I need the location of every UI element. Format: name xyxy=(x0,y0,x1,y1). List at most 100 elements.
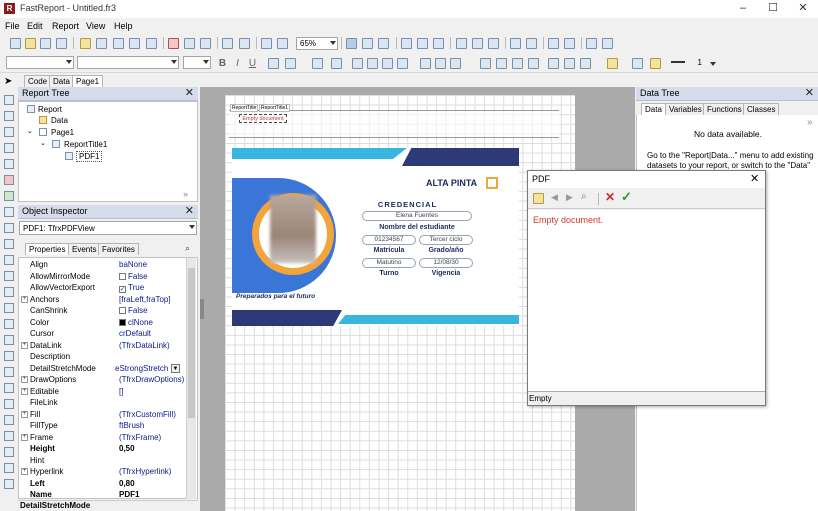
expand-panel-icon[interactable]: » xyxy=(183,189,188,199)
text-align-left-icon[interactable] xyxy=(352,58,363,69)
new-report-icon[interactable] xyxy=(10,38,21,49)
zoom-icon[interactable]: ⌕ xyxy=(581,191,587,202)
property-value[interactable]: ftBrush xyxy=(119,421,144,430)
tab-data[interactable]: Data xyxy=(49,75,74,87)
collapse-icon[interactable]: ⌄ xyxy=(27,127,33,135)
property-row[interactable]: Name PDF1 xyxy=(19,489,187,498)
tree-node-page1[interactable]: Page1 xyxy=(51,128,74,137)
checkbox-icon[interactable] xyxy=(4,287,14,297)
undo-icon[interactable] xyxy=(222,38,233,49)
frame-color-icon[interactable] xyxy=(650,58,661,69)
fill-editor-icon[interactable] xyxy=(632,58,643,69)
property-row[interactable]: + DrawOptions (TfrxDrawOptions) xyxy=(19,374,187,386)
frame-bottom-icon[interactable] xyxy=(496,58,507,69)
splitter-handle[interactable] xyxy=(200,299,204,319)
center-horizontal-icon[interactable] xyxy=(548,38,559,49)
property-row[interactable]: FileLink xyxy=(19,397,187,409)
tab-data-tree-data[interactable]: Data xyxy=(641,103,666,115)
frame-all-icon[interactable] xyxy=(548,58,559,69)
paste-icon[interactable] xyxy=(200,38,211,49)
subreport-icon[interactable] xyxy=(4,207,14,217)
shape-icon[interactable] xyxy=(4,255,14,265)
property-row[interactable]: + DataLink (TfrxDataLink) xyxy=(19,340,187,352)
tab-events[interactable]: Events xyxy=(68,243,101,255)
expand-icon[interactable]: + xyxy=(21,468,28,475)
picture-icon[interactable] xyxy=(4,191,14,201)
ok-icon[interactable]: ✓ xyxy=(621,189,632,205)
close-icon[interactable]: ✕ xyxy=(805,87,814,100)
space-vertical-icon[interactable] xyxy=(526,38,537,49)
italic-button[interactable]: I xyxy=(232,58,243,69)
report-title-band[interactable]: ReportTitle ReportTitle1 Empty document xyxy=(229,104,559,138)
property-value[interactable]: 0,80 xyxy=(119,479,135,488)
tab-properties[interactable]: Properties xyxy=(25,243,70,255)
fit-to-grid-icon[interactable] xyxy=(378,38,389,49)
underline-button[interactable]: U xyxy=(247,58,258,69)
frame-right-icon[interactable] xyxy=(528,58,539,69)
property-value[interactable]: False xyxy=(119,306,148,315)
line-icon[interactable] xyxy=(4,239,14,249)
property-value[interactable]: crDefault xyxy=(119,329,151,338)
close-icon[interactable]: ✕ xyxy=(750,172,759,185)
next-page-icon[interactable]: ▶ xyxy=(566,192,573,203)
hand-tool-icon[interactable] xyxy=(4,95,14,105)
frame-left-icon[interactable] xyxy=(512,58,523,69)
align-center-icon[interactable] xyxy=(417,38,428,49)
cut-icon[interactable] xyxy=(168,38,179,49)
system-text-icon[interactable] xyxy=(4,223,14,233)
inspector-object-select[interactable]: PDF1: TfrxPDFView xyxy=(19,221,197,235)
tab-classes[interactable]: Classes xyxy=(743,103,780,115)
search-icon[interactable]: ⌕ xyxy=(185,243,190,254)
crosstab-icon[interactable] xyxy=(4,319,14,329)
same-height-icon[interactable] xyxy=(602,38,613,49)
property-value[interactable]: (TfrxDrawOptions) xyxy=(119,375,184,384)
frame-top-icon[interactable] xyxy=(480,58,491,69)
space-horizontal-icon[interactable] xyxy=(510,38,521,49)
chart-icon[interactable] xyxy=(4,335,14,345)
property-row[interactable]: AllowVectorExport ✓ True xyxy=(19,282,187,294)
more-tools-icon[interactable] xyxy=(4,479,14,489)
property-row[interactable]: Height 0,50 xyxy=(19,443,187,455)
dialog-icon[interactable] xyxy=(4,415,14,425)
highlight-icon[interactable] xyxy=(312,58,323,69)
bold-button[interactable]: B xyxy=(217,58,228,69)
menu-edit[interactable]: Edit xyxy=(27,21,43,31)
frame-none-icon[interactable] xyxy=(564,58,575,69)
id-card[interactable]: Preparados para el futuro ALTA PINTA CRE… xyxy=(232,148,519,326)
property-row[interactable]: DetailStretchMode eStrongStretch ▼ xyxy=(19,363,187,375)
align-left-icon[interactable] xyxy=(401,38,412,49)
open-icon[interactable] xyxy=(25,38,36,49)
valign-top-icon[interactable] xyxy=(420,58,431,69)
checkbox-icon[interactable] xyxy=(119,307,126,314)
align-bottom-icon[interactable] xyxy=(488,38,499,49)
text-align-center-icon[interactable] xyxy=(367,58,378,69)
tree-node-pdf1[interactable]: PDF1 xyxy=(76,151,103,162)
chevron-down-icon[interactable]: ▼ xyxy=(171,363,180,373)
property-value[interactable]: [] xyxy=(119,387,123,396)
delete-page-icon[interactable] xyxy=(113,38,124,49)
maximize-button[interactable]: ☐ xyxy=(758,0,788,18)
font-size-select[interactable] xyxy=(183,56,211,69)
rotation-icon[interactable] xyxy=(331,58,342,69)
shadow-icon[interactable] xyxy=(580,58,591,69)
pdf-view-icon[interactable] xyxy=(4,463,14,473)
tab-code[interactable]: Code xyxy=(24,75,52,87)
property-row[interactable]: + Fill (TfrxCustomFill) xyxy=(19,409,187,421)
expand-icon[interactable]: + xyxy=(21,410,28,418)
redo-icon[interactable] xyxy=(239,38,250,49)
zoom-select[interactable]: 65% xyxy=(296,37,338,50)
pdf1-object[interactable]: Empty document xyxy=(239,114,287,123)
property-value[interactable]: False xyxy=(119,272,148,281)
preview-icon[interactable] xyxy=(56,38,67,49)
prev-page-icon[interactable]: ◀ xyxy=(551,192,558,203)
expand-icon[interactable]: + xyxy=(21,433,28,441)
expand-icon[interactable]: + xyxy=(21,295,28,303)
scroll-thumb[interactable] xyxy=(188,268,195,418)
text-tool-icon[interactable] xyxy=(4,127,14,137)
inspector-scrollbar[interactable] xyxy=(186,258,196,499)
font-settings-icon[interactable] xyxy=(268,58,279,69)
property-row[interactable]: Cursor crDefault xyxy=(19,328,187,340)
oleobject-icon[interactable] xyxy=(4,399,14,409)
property-row[interactable]: CanShrink False xyxy=(19,305,187,317)
center-vertical-icon[interactable] xyxy=(564,38,575,49)
